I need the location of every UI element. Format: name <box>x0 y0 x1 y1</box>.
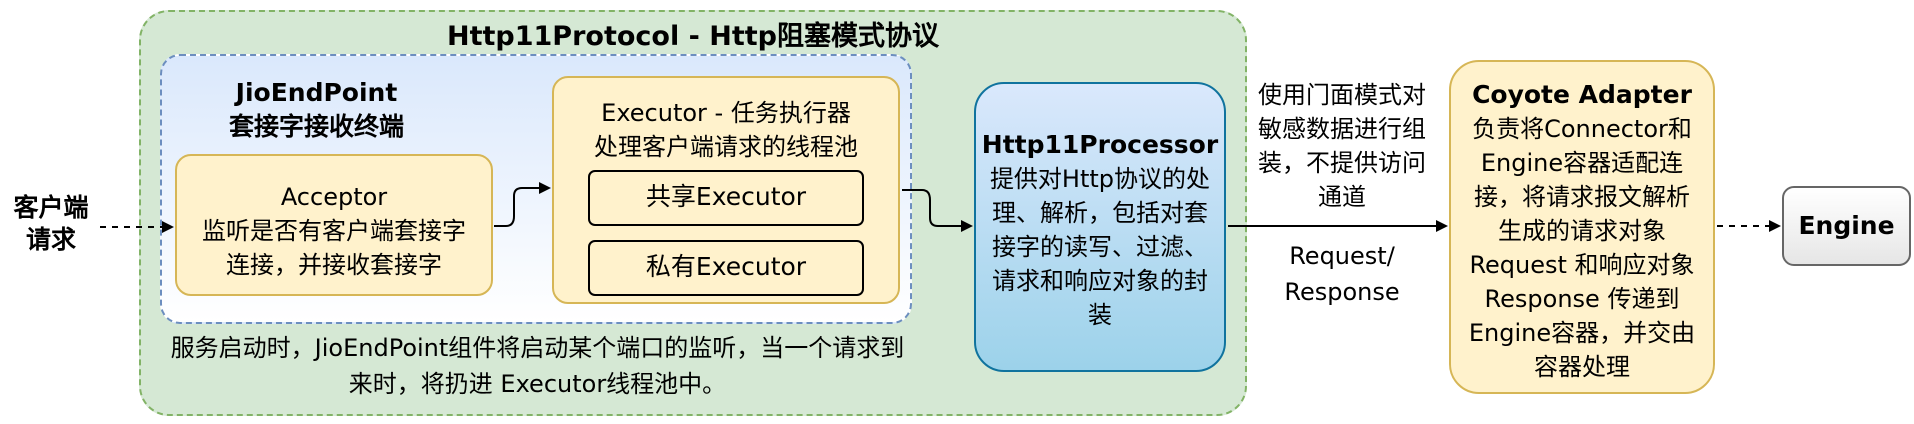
arrow-executor-to-processor <box>902 189 973 232</box>
arrow-acceptor-to-executor <box>494 182 551 227</box>
connectors <box>100 182 1781 233</box>
